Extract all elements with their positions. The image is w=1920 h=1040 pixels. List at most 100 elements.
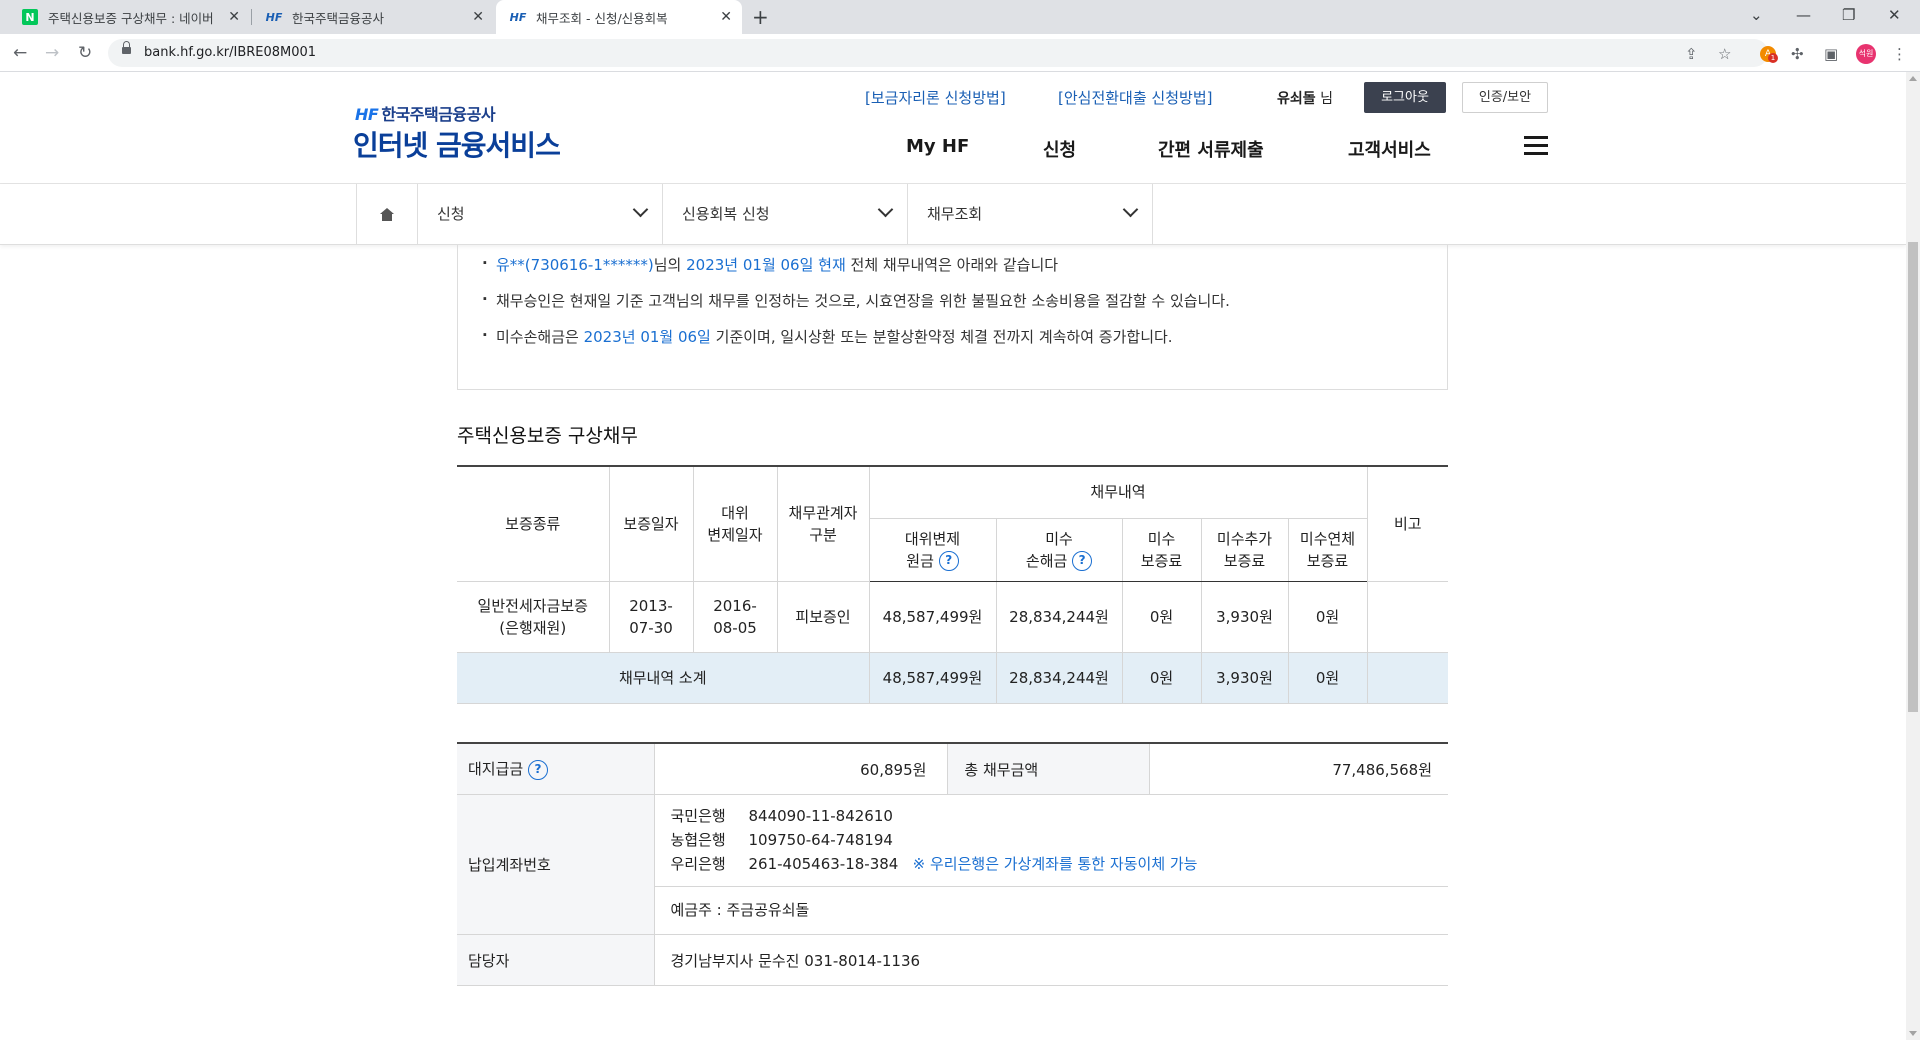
browser-tab-active[interactable]: HF 채무조회 - 신청/신용회복 ✕ <box>496 0 742 34</box>
hamburger-menu-icon[interactable] <box>1524 136 1548 156</box>
header-text: 미수추가 <box>1216 529 1273 548</box>
browser-tab-hf[interactable]: HF 한국주택금융공사 ✕ <box>252 0 494 34</box>
minimize-button[interactable]: — <box>1796 6 1811 24</box>
reload-icon[interactable]: ↻ <box>78 43 92 63</box>
vertical-scrollbar[interactable] <box>1906 72 1920 1040</box>
breadcrumb-dropdown-debt-inquiry[interactable]: 채무조회 <box>908 184 1153 244</box>
account-item: 국민은행 844090-11-842610 <box>671 804 1433 828</box>
home-button[interactable] <box>356 184 418 244</box>
subtotal-principal: 48,587,499원 <box>868 651 997 704</box>
col-header-debt-group: 채무내역 <box>868 465 1368 519</box>
notice-text: 미수손해금은 <box>496 328 584 346</box>
breadcrumb-label: 신청 <box>437 205 465 223</box>
cell-text: 2013- <box>629 596 673 615</box>
subtotal-fee: 0원 <box>1121 651 1202 704</box>
hf-icon: HF <box>265 10 283 24</box>
logo[interactable]: HF 한국주택금융공사 <box>355 101 496 125</box>
col-header-principal: 대위변제원금 ? <box>869 517 997 582</box>
bookmark-star-icon[interactable]: ☆ <box>1718 45 1731 63</box>
header-text: 미수 <box>1147 529 1176 548</box>
account-holder: 예금주 : 주금공유쇠돌 <box>670 901 810 919</box>
hf-logo-mark: HF <box>355 105 379 124</box>
cell-type: 일반전세자금보증 (은행재원) <box>457 580 610 653</box>
account-item: 우리은행 261-405463-18-384 ※ 우리은행은 가상계좌를 통한 자… <box>671 852 1433 876</box>
tab-search-icon[interactable]: ⌄ <box>1750 6 1763 24</box>
tab-title: 채무조회 - 신청/신용회복 <box>536 10 668 26</box>
close-icon[interactable]: ✕ <box>720 9 732 25</box>
extension-icon[interactable]: A1 <box>1760 46 1778 63</box>
label-text: 대지급금 <box>468 760 524 779</box>
browser-tab-naver[interactable]: N 주택신용보증 구상채무 : 네이버 ✕ <box>8 0 250 34</box>
url-text[interactable]: bank.hf.go.kr/IBRE08M001 <box>144 45 316 60</box>
col-header-late-fee: 미수연체 보증료 <box>1287 517 1367 582</box>
summary-row-accounts: 납입계좌번호 국민은행 844090-11-842610 농협은행 109750-6… <box>457 794 1448 935</box>
header-text: 대위변제 <box>904 529 961 548</box>
bogeumjari-guide-link[interactable]: [보금자리론 신청방법] <box>865 87 1006 108</box>
gnb-easy-docs[interactable]: 간편 서류제출 <box>1158 136 1264 162</box>
account-list: 국민은행 844090-11-842610 농협은행 109750-64-74819… <box>654 795 1448 887</box>
col-header-note: 비고 <box>1366 465 1448 582</box>
tab-title: 한국주택금융공사 <box>292 10 385 26</box>
browser-tab-strip: N 주택신용보증 구상채무 : 네이버 ✕ HF 한국주택금융공사 ✕ HF 채… <box>0 0 1920 34</box>
advance-inner: 60,895원 총 채무금액 <box>655 744 1149 794</box>
cell-subrogation-date: 2016- 08-05 <box>692 580 778 653</box>
help-question-icon[interactable]: ? <box>527 759 548 780</box>
header-text: 원금 <box>906 551 934 570</box>
notice-date: 2023년 01월 06일 <box>583 328 711 346</box>
help-question-icon[interactable]: ? <box>1072 551 1093 571</box>
cell-text: 2016- <box>713 596 757 615</box>
gnb-apply[interactable]: 신청 <box>1043 136 1076 162</box>
close-icon[interactable]: ✕ <box>472 9 484 25</box>
site-header: HF 한국주택금융공사 인터넷 금융서비스 [보금자리론 신청방법] [안심전환대… <box>0 72 1906 184</box>
close-icon[interactable]: ✕ <box>228 9 240 25</box>
account-item: 농협은행 109750-64-748194 <box>671 828 1433 852</box>
forward-arrow-icon[interactable]: → <box>45 43 59 63</box>
puzzle-extensions-icon[interactable]: ✣ <box>1791 45 1804 63</box>
account-number: 261-405463-18-384 <box>748 855 899 873</box>
breadcrumb-dropdown-credit-recovery[interactable]: 신용회복 신청 <box>663 184 908 244</box>
subtotal-late-fee: 0원 <box>1287 651 1368 704</box>
col-header-additional-fee: 미수추가 보증료 <box>1200 517 1289 582</box>
side-panel-icon[interactable]: ▣ <box>1824 45 1838 63</box>
extension-badge: 1 <box>1768 53 1778 63</box>
header-text: 미수 <box>1045 529 1073 548</box>
scroll-down-arrow-icon[interactable] <box>1909 1031 1917 1036</box>
subtotal-note <box>1366 651 1448 704</box>
cell-additional-fee: 3,930원 <box>1200 580 1289 653</box>
window-close-button[interactable]: ✕ <box>1888 6 1901 24</box>
restore-button[interactable]: ❐ <box>1842 6 1855 24</box>
gnb-my-hf[interactable]: My HF <box>906 136 969 157</box>
user-name: 유쇠돌 <box>1277 91 1316 107</box>
table-header-row: 보증종류 보증일자 대위 변제일자 채무관계자 구분 채무내역 비고 <box>457 465 1448 582</box>
menu-dots-icon[interactable]: ⋮ <box>1892 45 1907 63</box>
gnb-customer-service[interactable]: 고객서비스 <box>1348 136 1431 162</box>
profile-avatar[interactable]: 석원 <box>1856 44 1876 64</box>
notice-box: 유**(730616-1******)님의 2023년 01월 06일 현재 전… <box>457 245 1448 390</box>
subtotal-additional-fee: 3,930원 <box>1200 651 1289 704</box>
auto-transfer-note: ※ 우리은행은 가상계좌를 통한 자동이체 가능 <box>912 855 1198 873</box>
cell-text: 07-30 <box>629 618 673 637</box>
account-label: 납입계좌번호 <box>457 794 654 935</box>
help-question-icon[interactable]: ? <box>938 551 959 571</box>
col-header-subrogation-date: 대위변제일자 <box>692 465 778 582</box>
address-bar[interactable]: bank.hf.go.kr/IBRE08M001 <box>108 39 1768 67</box>
cell-damages: 28,834,244원 <box>995 580 1123 653</box>
breadcrumb-dropdown-apply[interactable]: 신청 <box>418 184 663 244</box>
scrollbar-thumb[interactable] <box>1908 242 1918 712</box>
back-arrow-icon[interactable]: ← <box>13 43 27 63</box>
scroll-up-arrow-icon[interactable] <box>1909 76 1917 81</box>
ansim-guide-link[interactable]: [안심전환대출 신청방법] <box>1058 87 1212 108</box>
col-header-damages: 미수 손해금 ? <box>995 517 1123 582</box>
cert-security-button[interactable]: 인증/보안 <box>1462 82 1548 113</box>
notice-line-1: 유**(730616-1******)님의 2023년 01월 06일 현재 전… <box>482 254 1059 275</box>
logout-button[interactable]: 로그아웃 <box>1364 82 1446 113</box>
share-icon[interactable]: ⇪ <box>1685 45 1698 63</box>
new-tab-button[interactable]: + <box>752 5 769 29</box>
logo-service-name[interactable]: 인터넷 금융서비스 <box>353 124 561 164</box>
header-text: 대위 <box>721 503 749 522</box>
header-text: 변제일자 <box>707 525 763 544</box>
notice-text: 전체 채무내역은 아래와 같습니다 <box>845 256 1059 274</box>
manager-label: 담당자 <box>457 934 654 986</box>
breadcrumb: 신청 신용회복 신청 채무조회 <box>0 184 1906 245</box>
header-text: 채무관계자 <box>788 503 858 522</box>
